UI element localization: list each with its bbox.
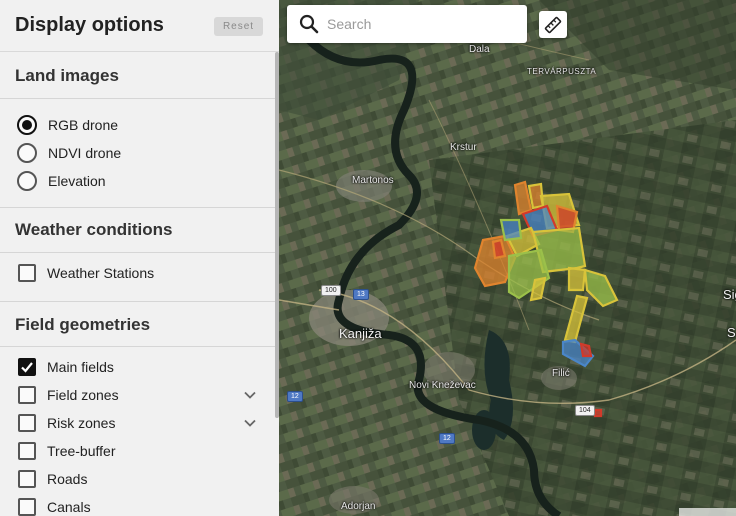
checkbox[interactable] — [18, 498, 36, 516]
radio-rgb-drone[interactable]: RGB drone — [17, 114, 257, 136]
checkbox[interactable] — [18, 470, 36, 488]
panel-title: Display options — [15, 14, 164, 36]
checkbox[interactable] — [18, 442, 36, 460]
checkbox-weather-stations[interactable]: Weather Stations — [17, 262, 257, 284]
display-options-panel: Display options Reset Land images RGB dr… — [0, 0, 279, 516]
option-label: Tree-buffer — [47, 443, 116, 459]
checkbox-canals[interactable]: Canals — [17, 496, 257, 516]
road-shield: 12 — [439, 433, 455, 444]
option-label: Risk zones — [47, 415, 116, 431]
option-label: Field zones — [47, 387, 119, 403]
place-label: Martonos — [352, 175, 394, 186]
place-label: Krstur — [450, 142, 477, 153]
place-label: Adorjan — [341, 501, 376, 512]
section-title-weather: Weather conditions — [15, 220, 173, 239]
checkbox-tree-buffer[interactable]: Tree-buffer — [17, 440, 257, 462]
place-label: Kanjiža — [339, 326, 382, 341]
divider — [0, 98, 275, 99]
measure-button[interactable] — [539, 11, 567, 38]
road-shield: 12 — [287, 391, 303, 402]
place-label: TERVÁRPUSZTA — [527, 67, 597, 76]
option-label: Roads — [47, 471, 88, 487]
radio-button[interactable] — [17, 171, 37, 191]
checkbox-roads[interactable]: Roads — [17, 468, 257, 490]
checkbox[interactable] — [18, 386, 36, 404]
option-label: NDVI drone — [48, 145, 122, 161]
road-shield: 104 — [575, 405, 595, 416]
place-label: Novi Kneževac — [409, 380, 476, 391]
satellite-imagery — [279, 0, 736, 516]
search-icon — [299, 14, 319, 34]
reset-button[interactable]: Reset — [214, 17, 263, 36]
ruler-icon — [544, 16, 562, 34]
road-shield: 13 — [353, 289, 369, 300]
chevron-down-icon[interactable] — [243, 416, 257, 430]
satellite-map[interactable]: Dala TERVÁRPUSZTA Krstur Martonos Kanjiž… — [279, 0, 736, 516]
option-label: Elevation — [48, 173, 106, 189]
road-shield: 100 — [321, 285, 341, 296]
place-label: S — [727, 325, 736, 340]
checkmark-icon — [21, 362, 33, 373]
checkbox[interactable] — [18, 414, 36, 432]
option-label: Weather Stations — [47, 265, 155, 281]
chevron-down-icon[interactable] — [243, 388, 257, 402]
map-attribution — [679, 508, 736, 516]
radio-ndvi-drone[interactable]: NDVI drone — [17, 142, 257, 164]
divider — [0, 301, 275, 302]
checkbox[interactable] — [18, 264, 36, 282]
search-input[interactable] — [327, 14, 517, 34]
radio-button-selected[interactable] — [17, 115, 37, 135]
divider — [0, 252, 275, 253]
checkbox-main-fields[interactable]: Main fields — [17, 356, 257, 378]
divider — [0, 346, 275, 347]
panel-scroll-area[interactable]: Land images RGB drone NDVI drone Elevati… — [0, 52, 275, 516]
panel-header: Display options Reset — [0, 0, 279, 52]
option-label: Main fields — [47, 359, 114, 375]
radio-button[interactable] — [17, 143, 37, 163]
place-label: Dala — [469, 44, 490, 55]
checkbox-checked[interactable] — [18, 358, 36, 376]
divider — [0, 207, 275, 208]
radio-elevation[interactable]: Elevation — [17, 170, 257, 192]
option-label: Canals — [47, 499, 91, 515]
place-label: Filić — [552, 368, 570, 379]
checkbox-field-zones[interactable]: Field zones — [17, 384, 257, 406]
place-label: Sig — [723, 287, 736, 302]
option-label: RGB drone — [48, 117, 119, 133]
checkbox-risk-zones[interactable]: Risk zones — [17, 412, 257, 434]
section-title-field-geometries: Field geometries — [15, 315, 151, 334]
section-title-land-images: Land images — [15, 66, 119, 85]
map-search-box[interactable] — [287, 5, 527, 43]
